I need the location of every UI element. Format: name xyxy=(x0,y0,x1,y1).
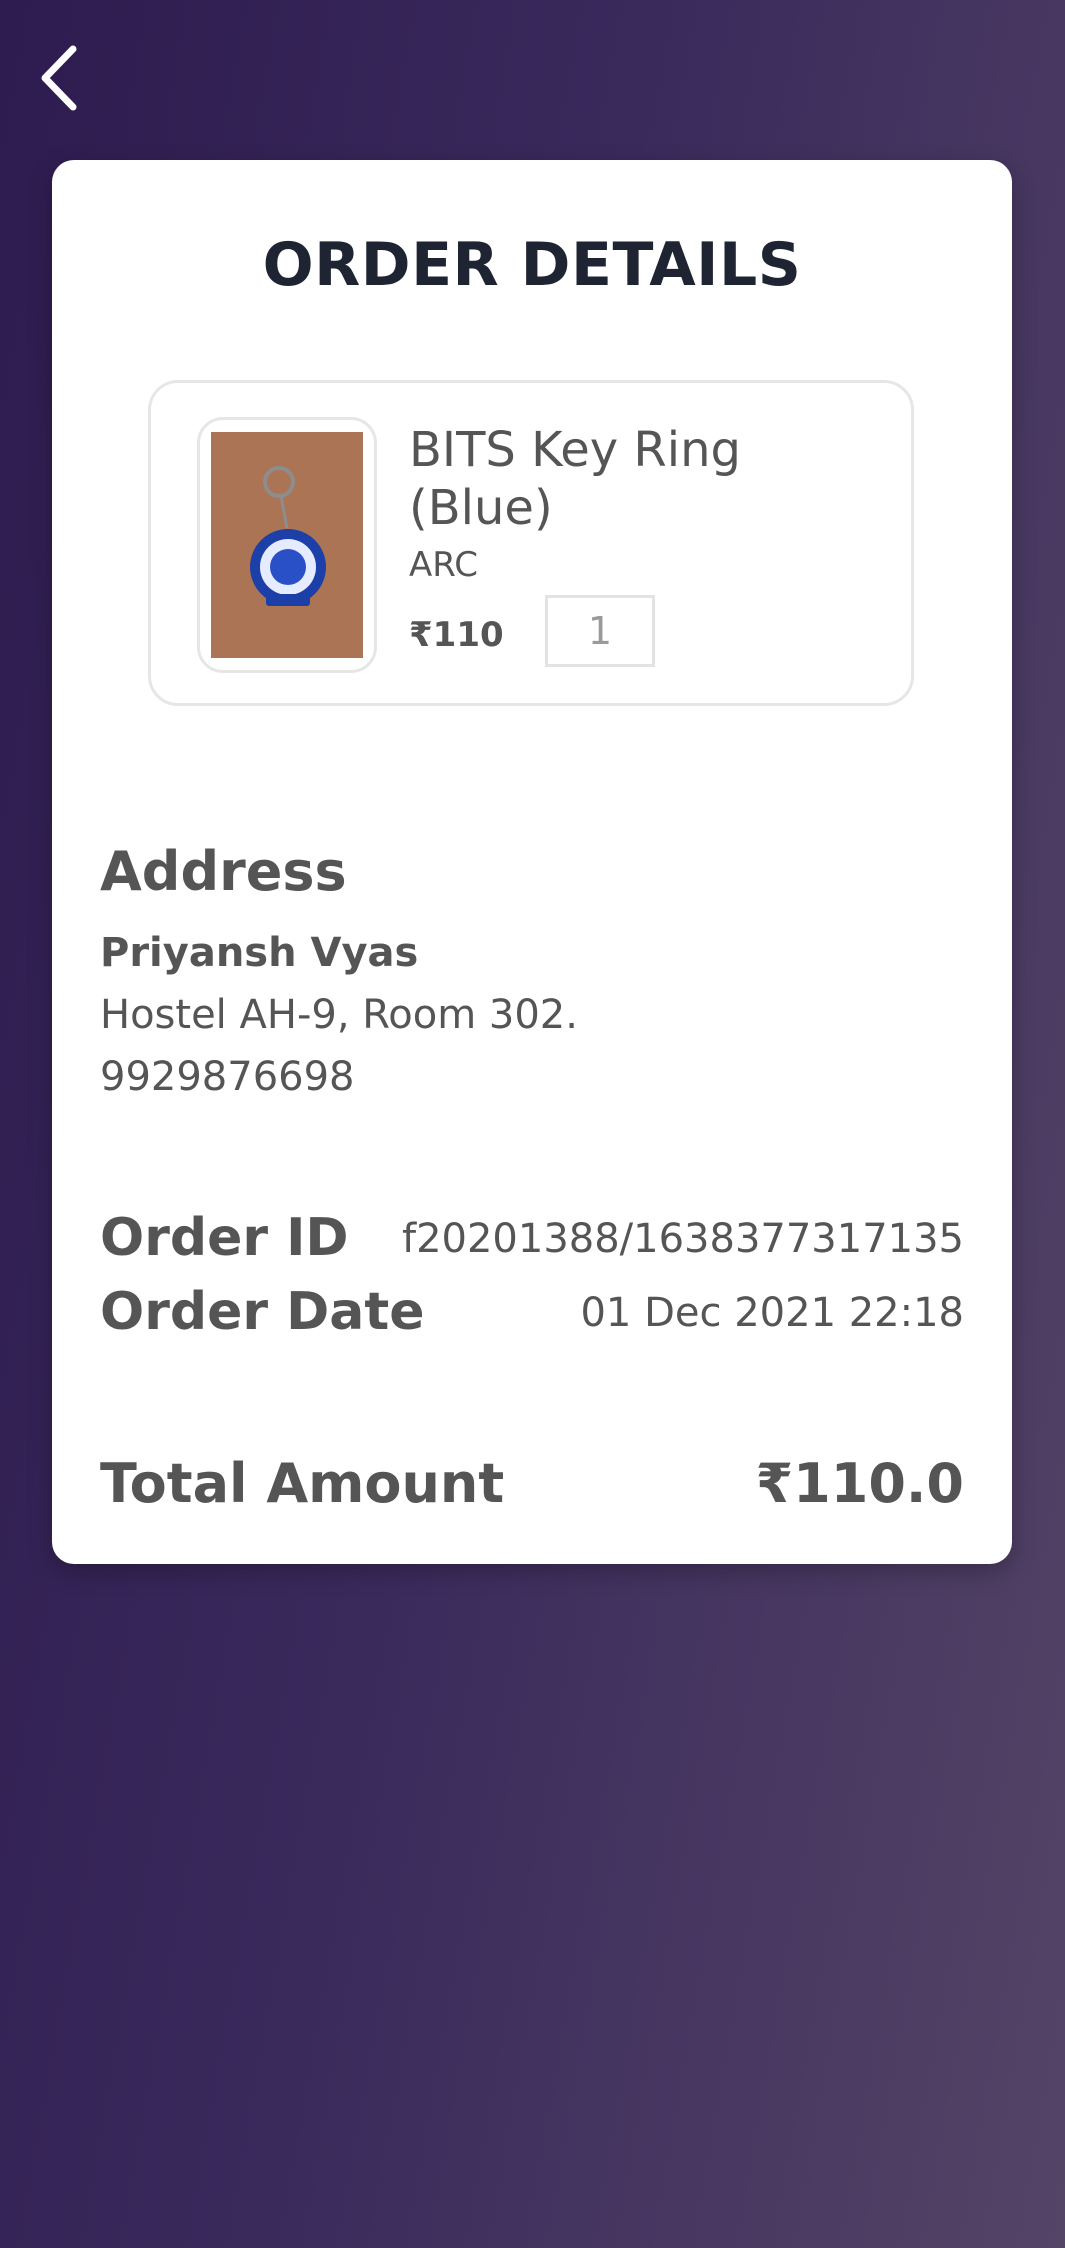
address-heading: Address xyxy=(100,840,347,903)
order-date-label: Order Date xyxy=(100,1282,425,1342)
order-details-card: ORDER DETAILS BITS Key Ring (Blue) ARC ₹… xyxy=(52,160,1012,1564)
address-name: Priyansh Vyas xyxy=(100,930,419,976)
total-amount-label: Total Amount xyxy=(100,1452,505,1515)
product-thumbnail xyxy=(197,417,377,673)
product-seller: ARC xyxy=(409,545,478,585)
back-button[interactable] xyxy=(30,38,90,118)
page-title: ORDER DETAILS xyxy=(262,230,802,300)
keyring-photo xyxy=(211,432,363,658)
address-phone: 9929876698 xyxy=(100,1054,355,1100)
quantity-field[interactable]: 1 xyxy=(545,595,655,667)
order-date-value: 01 Dec 2021 22:18 xyxy=(580,1290,964,1336)
product-name: BITS Key Ring (Blue) xyxy=(409,422,741,536)
total-amount-value: ₹110.0 xyxy=(755,1452,964,1515)
address-line: Hostel AH-9, Room 302. xyxy=(100,992,578,1038)
product-card[interactable]: BITS Key Ring (Blue) ARC ₹110 1 xyxy=(148,380,914,706)
order-id-label: Order ID xyxy=(100,1208,349,1268)
chevron-left-icon xyxy=(41,45,77,111)
order-id-value: f20201388/1638377317135 xyxy=(402,1216,964,1262)
product-price: ₹110 xyxy=(409,615,504,655)
